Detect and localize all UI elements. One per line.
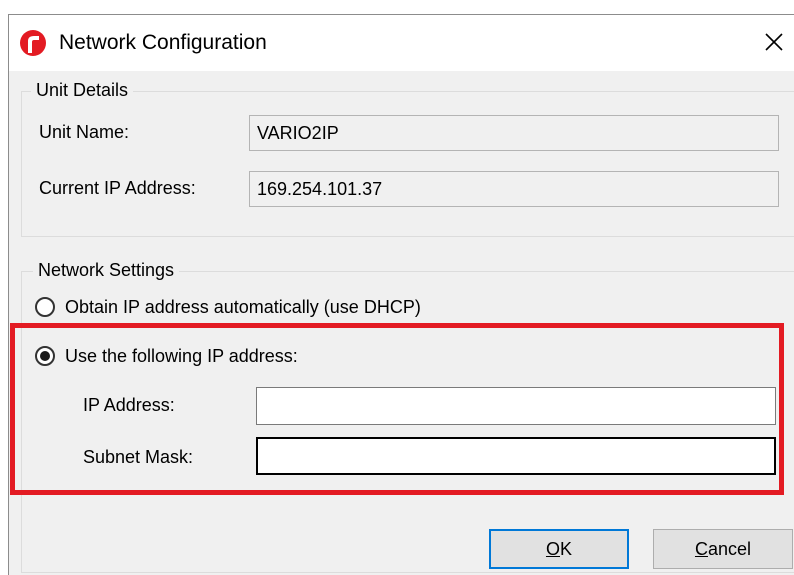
- background-window-strip: [0, 0, 794, 14]
- window-title: Network Configuration: [59, 31, 267, 54]
- dhcp-option-label[interactable]: Obtain IP address automatically (use DHC…: [65, 296, 421, 318]
- ok-button[interactable]: OK: [489, 529, 629, 569]
- close-icon[interactable]: [761, 29, 787, 55]
- unit-name-label: Unit Name:: [39, 122, 130, 142]
- unit-name-field[interactable]: VARIO2IP: [249, 115, 779, 151]
- unit-details-legend: Unit Details: [31, 79, 134, 101]
- dhcp-radio[interactable]: [35, 297, 55, 317]
- current-ip-field[interactable]: 169.254.101.37: [249, 171, 779, 207]
- app-logo-icon: [20, 30, 46, 56]
- cancel-button[interactable]: Cancel: [653, 529, 793, 569]
- static-ip-highlight-box: [10, 323, 784, 495]
- unit-details-group: [21, 91, 794, 237]
- network-settings-legend: Network Settings: [33, 259, 180, 281]
- current-ip-label: Current IP Address:: [39, 178, 196, 198]
- title-bar[interactable]: Network Configuration: [9, 15, 794, 71]
